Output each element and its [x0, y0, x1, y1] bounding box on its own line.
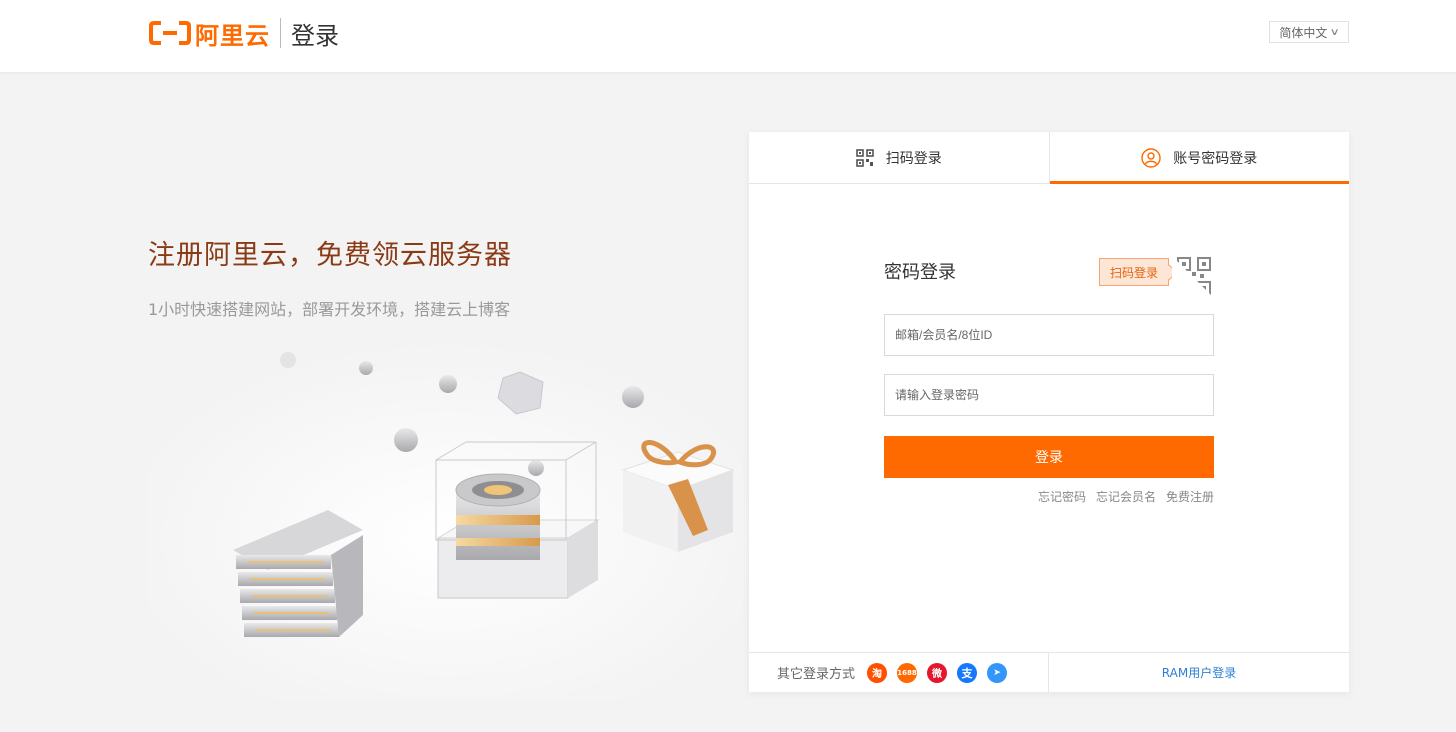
language-select[interactable]: 简体中文 ∨	[1269, 21, 1349, 43]
form-title: 密码登录	[884, 262, 956, 283]
dingtalk-icon[interactable]: ➤	[987, 662, 1008, 683]
qr-login-tip[interactable]: 扫码登录	[1099, 258, 1170, 286]
card-footer: 其它登录方式 淘 1688 微 支 ➤ RAM用户登录	[749, 652, 1349, 692]
logo-divider	[280, 18, 281, 48]
cloud-servers-illustration	[148, 340, 748, 700]
ram-login-link[interactable]: RAM用户登录	[1049, 653, 1349, 692]
login-tabs: 扫码登录 账号密码登录	[749, 132, 1349, 184]
password-input[interactable]	[884, 374, 1214, 416]
tab-account-login[interactable]: 账号密码登录	[1049, 132, 1350, 184]
help-links: 忘记密码 忘记会员名 免费注册	[1038, 488, 1214, 505]
language-label: 简体中文	[1279, 25, 1328, 40]
hero-subtitle: 1小时快速搭建网站，部署开发环境，搭建云上博客	[148, 300, 511, 319]
login-button[interactable]: 登录	[884, 436, 1214, 478]
alipay-icon[interactable]: 支	[957, 662, 978, 683]
weibo-icon[interactable]: 微	[927, 662, 948, 683]
aliyun-logo[interactable]: 阿里云 登录	[149, 18, 339, 50]
qr-code-icon	[855, 148, 874, 167]
login-card: 扫码登录 账号密码登录 密码登录 扫码登录 登录	[749, 132, 1349, 692]
tab-qr-login[interactable]: 扫码登录	[749, 132, 1050, 183]
register-link[interactable]: 免费注册	[1166, 488, 1214, 505]
other-login-methods: 其它登录方式 淘 1688 微 支 ➤	[749, 653, 1049, 692]
taobao-icon[interactable]: 淘	[867, 662, 888, 683]
hero-title: 注册阿里云，免费领云服务器	[148, 240, 512, 271]
aliyun-logo-icon	[149, 21, 191, 45]
chevron-down-icon: ∨	[1329, 26, 1341, 38]
top-header: 阿里云 登录 简体中文 ∨	[0, 0, 1456, 72]
other-login-label: 其它登录方式	[777, 667, 856, 682]
username-input[interactable]	[884, 314, 1214, 356]
forgot-username-link[interactable]: 忘记会员名	[1096, 488, 1156, 505]
tab-account-label: 账号密码登录	[1173, 150, 1258, 167]
1688-icon[interactable]: 1688	[897, 662, 918, 683]
tab-qr-label: 扫码登录	[885, 150, 942, 167]
qr-switch-icon[interactable]	[1172, 256, 1214, 298]
page-title: 登录	[291, 21, 339, 50]
brand-name: 阿里云	[195, 21, 270, 50]
forgot-password-link[interactable]: 忘记密码	[1038, 488, 1086, 505]
user-icon	[1141, 147, 1161, 168]
